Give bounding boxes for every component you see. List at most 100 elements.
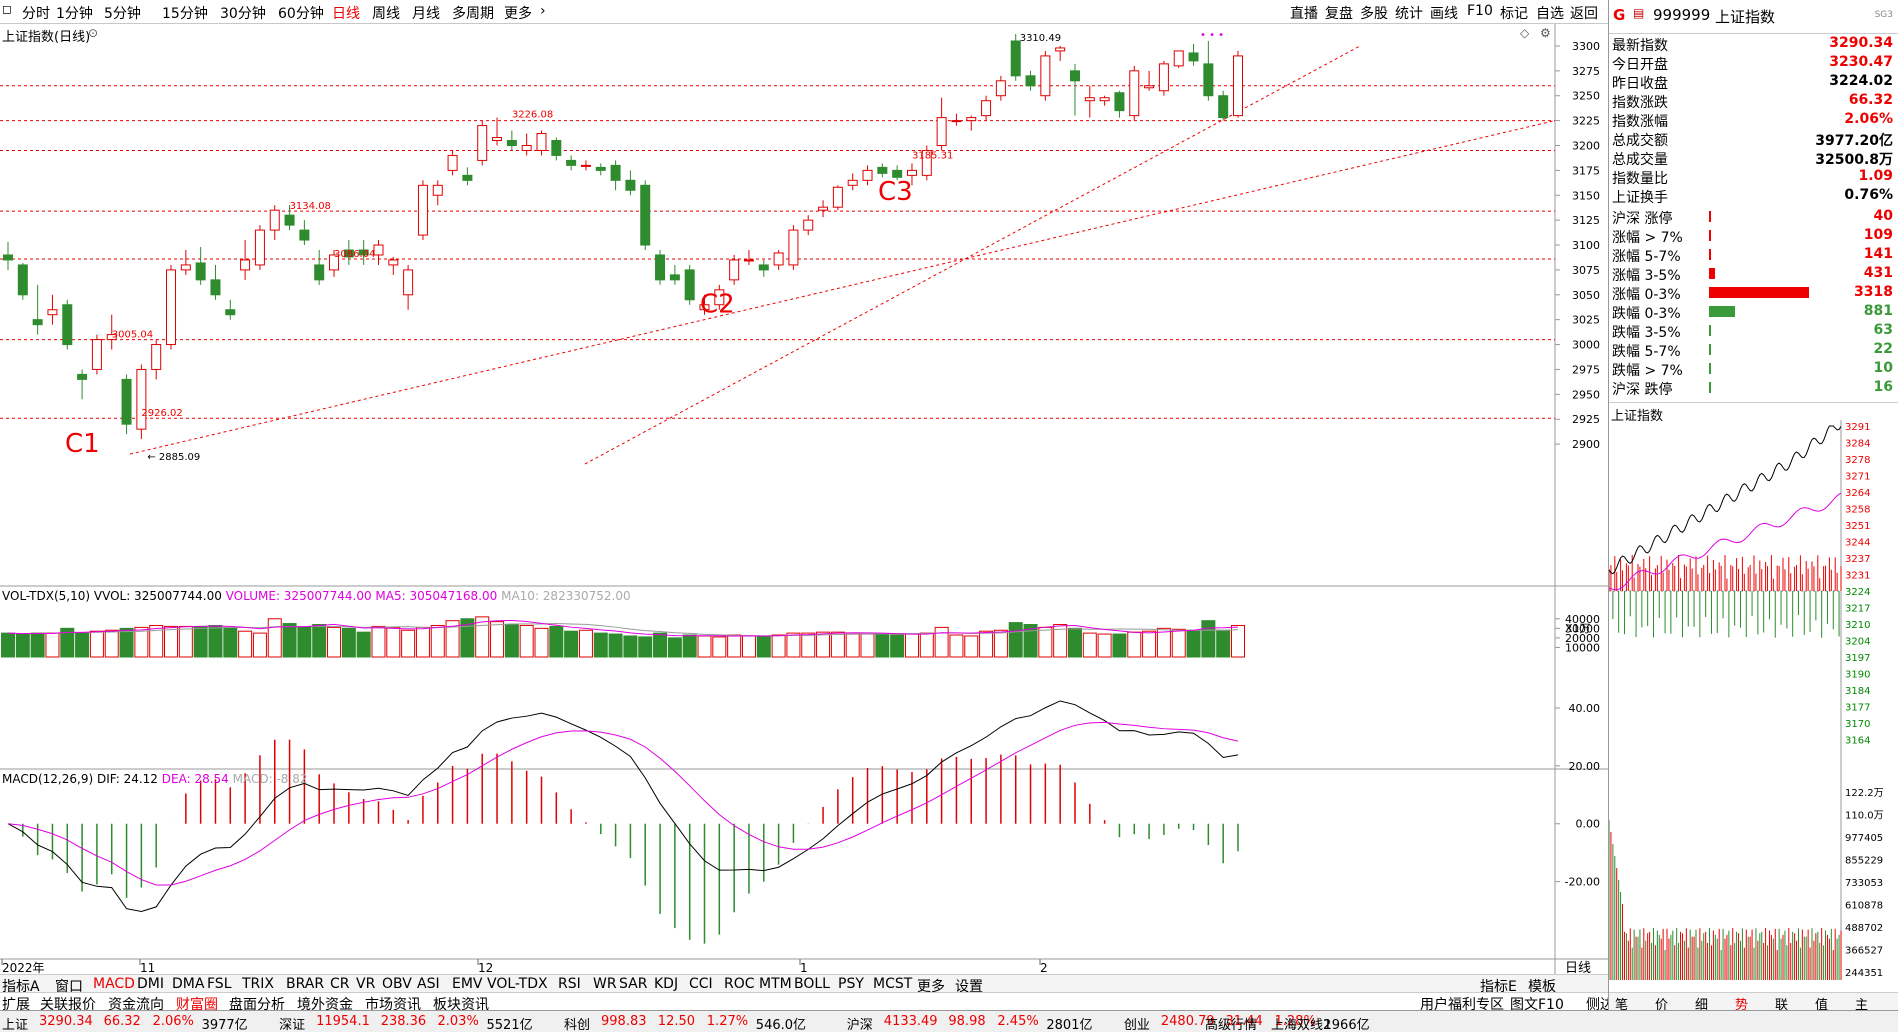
tab-RSI[interactable]: RSI [558,976,581,992]
period-tab[interactable]: 30分钟 [220,3,266,23]
tool-button[interactable]: 复盘 [1325,3,1353,23]
badge-g: G [1613,6,1626,24]
tab-OBV[interactable]: OBV [382,976,412,992]
tab-CR[interactable]: CR [330,976,350,992]
tool-button[interactable]: 返回 [1570,3,1598,23]
tab-TRIX[interactable]: TRIX [242,976,274,992]
breadth-bar [1709,249,1711,260]
period-tab[interactable]: 分时 [22,3,50,23]
quote-row: 昨日收盘 3224.02 [1609,72,1898,92]
settings-icon[interactable]: ⚙ [1540,26,1551,40]
candle-up [832,186,843,208]
tab-VR[interactable]: VR [356,976,375,992]
callout-label: C1 [65,429,100,459]
tool-button[interactable]: 统计 [1395,3,1423,23]
tool-button[interactable]: 多股 [1360,3,1388,23]
period-tab[interactable]: 多周期 [452,3,494,23]
price-note: 3005.04 [112,330,153,341]
quote-key: 总成交额 [1612,133,1668,149]
quote-sidepanel: G ▤ 999999 上证指数 SG3 最新指数 3290.34 今日开盘 3230.… [1608,0,1898,1032]
tab-ROC[interactable]: ROC [724,976,755,992]
breadth-key: 跌幅 0-3% [1612,306,1681,322]
kline-chart-area[interactable]: 40000 30000 20000 10000 X1万 40.00 20.00 0.00 -2… [0,24,1608,976]
tab-BRAR[interactable]: BRAR [286,976,324,992]
tool-button[interactable]: 标记 [1500,3,1528,23]
period-tab-active[interactable]: 日线 [332,3,360,23]
tab-DMI[interactable]: DMI [137,976,164,992]
vol-bar-up [741,635,756,658]
tab-BOLL[interactable]: BOLL [794,976,830,992]
tool-button[interactable]: F10 [1467,3,1493,19]
tab-ASI[interactable]: ASI [417,976,440,992]
period-indicator: 日线 [1565,961,1591,974]
period-tab[interactable]: 周线 [372,3,400,23]
candle-down [62,304,73,346]
vol-bar-down [312,624,327,658]
candle-up [580,164,591,167]
tool-button[interactable]: 自选 [1536,3,1564,23]
mini-price-label: 3271 [1845,472,1870,483]
period-tab[interactable]: 15分钟 [162,3,208,23]
tab-VOL-TDX[interactable]: VOL-TDX [487,976,548,992]
breadth-row: 沪深 涨停 40 [1609,207,1898,227]
price-axis-label: 2900 [1572,438,1600,451]
period-tab[interactable]: 5分钟 [104,3,141,23]
tab-FSL[interactable]: FSL [207,976,232,992]
period-tab[interactable]: 月线 [412,3,440,23]
kline-chart-svg[interactable]: 40000300002000010000X1万 40.0020.000.00-2… [0,24,1608,976]
macd-name: MACD(12,26,9) [2,772,94,786]
sg3-icon[interactable]: SG3 [1875,10,1893,20]
mini-price-label: 3258 [1845,505,1870,516]
macd-axis-label: 20.00 [1569,760,1601,773]
tab-WR[interactable]: WR [593,976,617,992]
vol-bar-down [282,623,297,658]
tool-button[interactable]: 直播 [1290,3,1318,23]
price-note: 3185.31 [912,150,953,161]
candle-up [1129,70,1140,117]
vol-bar-up [415,626,430,658]
tab-MACD[interactable]: MACD [93,976,135,992]
candle-down [462,174,473,181]
tab-MTM[interactable]: MTM [759,976,792,992]
status-right-item[interactable]: 高级行情 [1205,1014,1257,1033]
candle-down [684,269,695,301]
chevron-right-icon[interactable]: › [540,3,546,19]
vol-bar-down [1216,629,1231,658]
intraday-mini-chart[interactable]: 3291 3284 3278 3271 3264 3258 3251 3244 3237 3231… [1609,420,1898,980]
status-right-item[interactable]: 上海双线2 [1271,1014,1331,1033]
tab-DMA[interactable]: DMA [172,976,204,992]
tab-MCST[interactable]: MCST [873,976,912,992]
vol-bar-down [756,635,771,658]
vol-bar-up [860,633,875,658]
quote-value: 1.09 [1858,168,1893,184]
vol-ma10: MA10: 282330752.00 [501,589,631,603]
chevron-down-icon[interactable]: ⊙ [88,26,98,40]
tab-SAR[interactable]: SAR [619,976,647,992]
breadth-row: 跌幅 > 7% 10 [1609,359,1898,379]
vol-bar-up [845,632,860,658]
candle-down [284,214,295,226]
status-item: 546.0亿 [755,1018,807,1033]
tab-KDJ[interactable]: KDJ [654,976,678,992]
tool-button[interactable]: 画线 [1430,3,1458,23]
period-tab[interactable]: 1分钟 [56,3,93,23]
quote-row: 上证换手 0.76% [1609,186,1898,206]
candle-down [1025,75,1036,87]
period-tab[interactable]: 更多 [504,3,532,23]
quote-value: 32500.8万 [1815,152,1893,168]
breadth-bar [1709,325,1711,336]
vol-bar-up [993,629,1008,658]
tab-PSY[interactable]: PSY [838,976,864,992]
breadth-row: 涨幅 3-5% 431 [1609,264,1898,284]
price-axis-label: 3275 [1572,65,1600,78]
breadth-bar [1709,211,1711,222]
tab-CCI[interactable]: CCI [689,976,713,992]
mini-price-label: 3210 [1845,620,1870,631]
tab-EMV[interactable]: EMV [452,976,483,992]
price-axis-label: 3250 [1572,90,1600,103]
period-tab[interactable]: 60分钟 [278,3,324,23]
vol-bar-up [934,626,949,658]
trendline [129,120,1556,455]
window-toggle-icon[interactable]: ◻ [2,2,12,16]
diamond-icon[interactable]: ◇ [1520,26,1529,40]
